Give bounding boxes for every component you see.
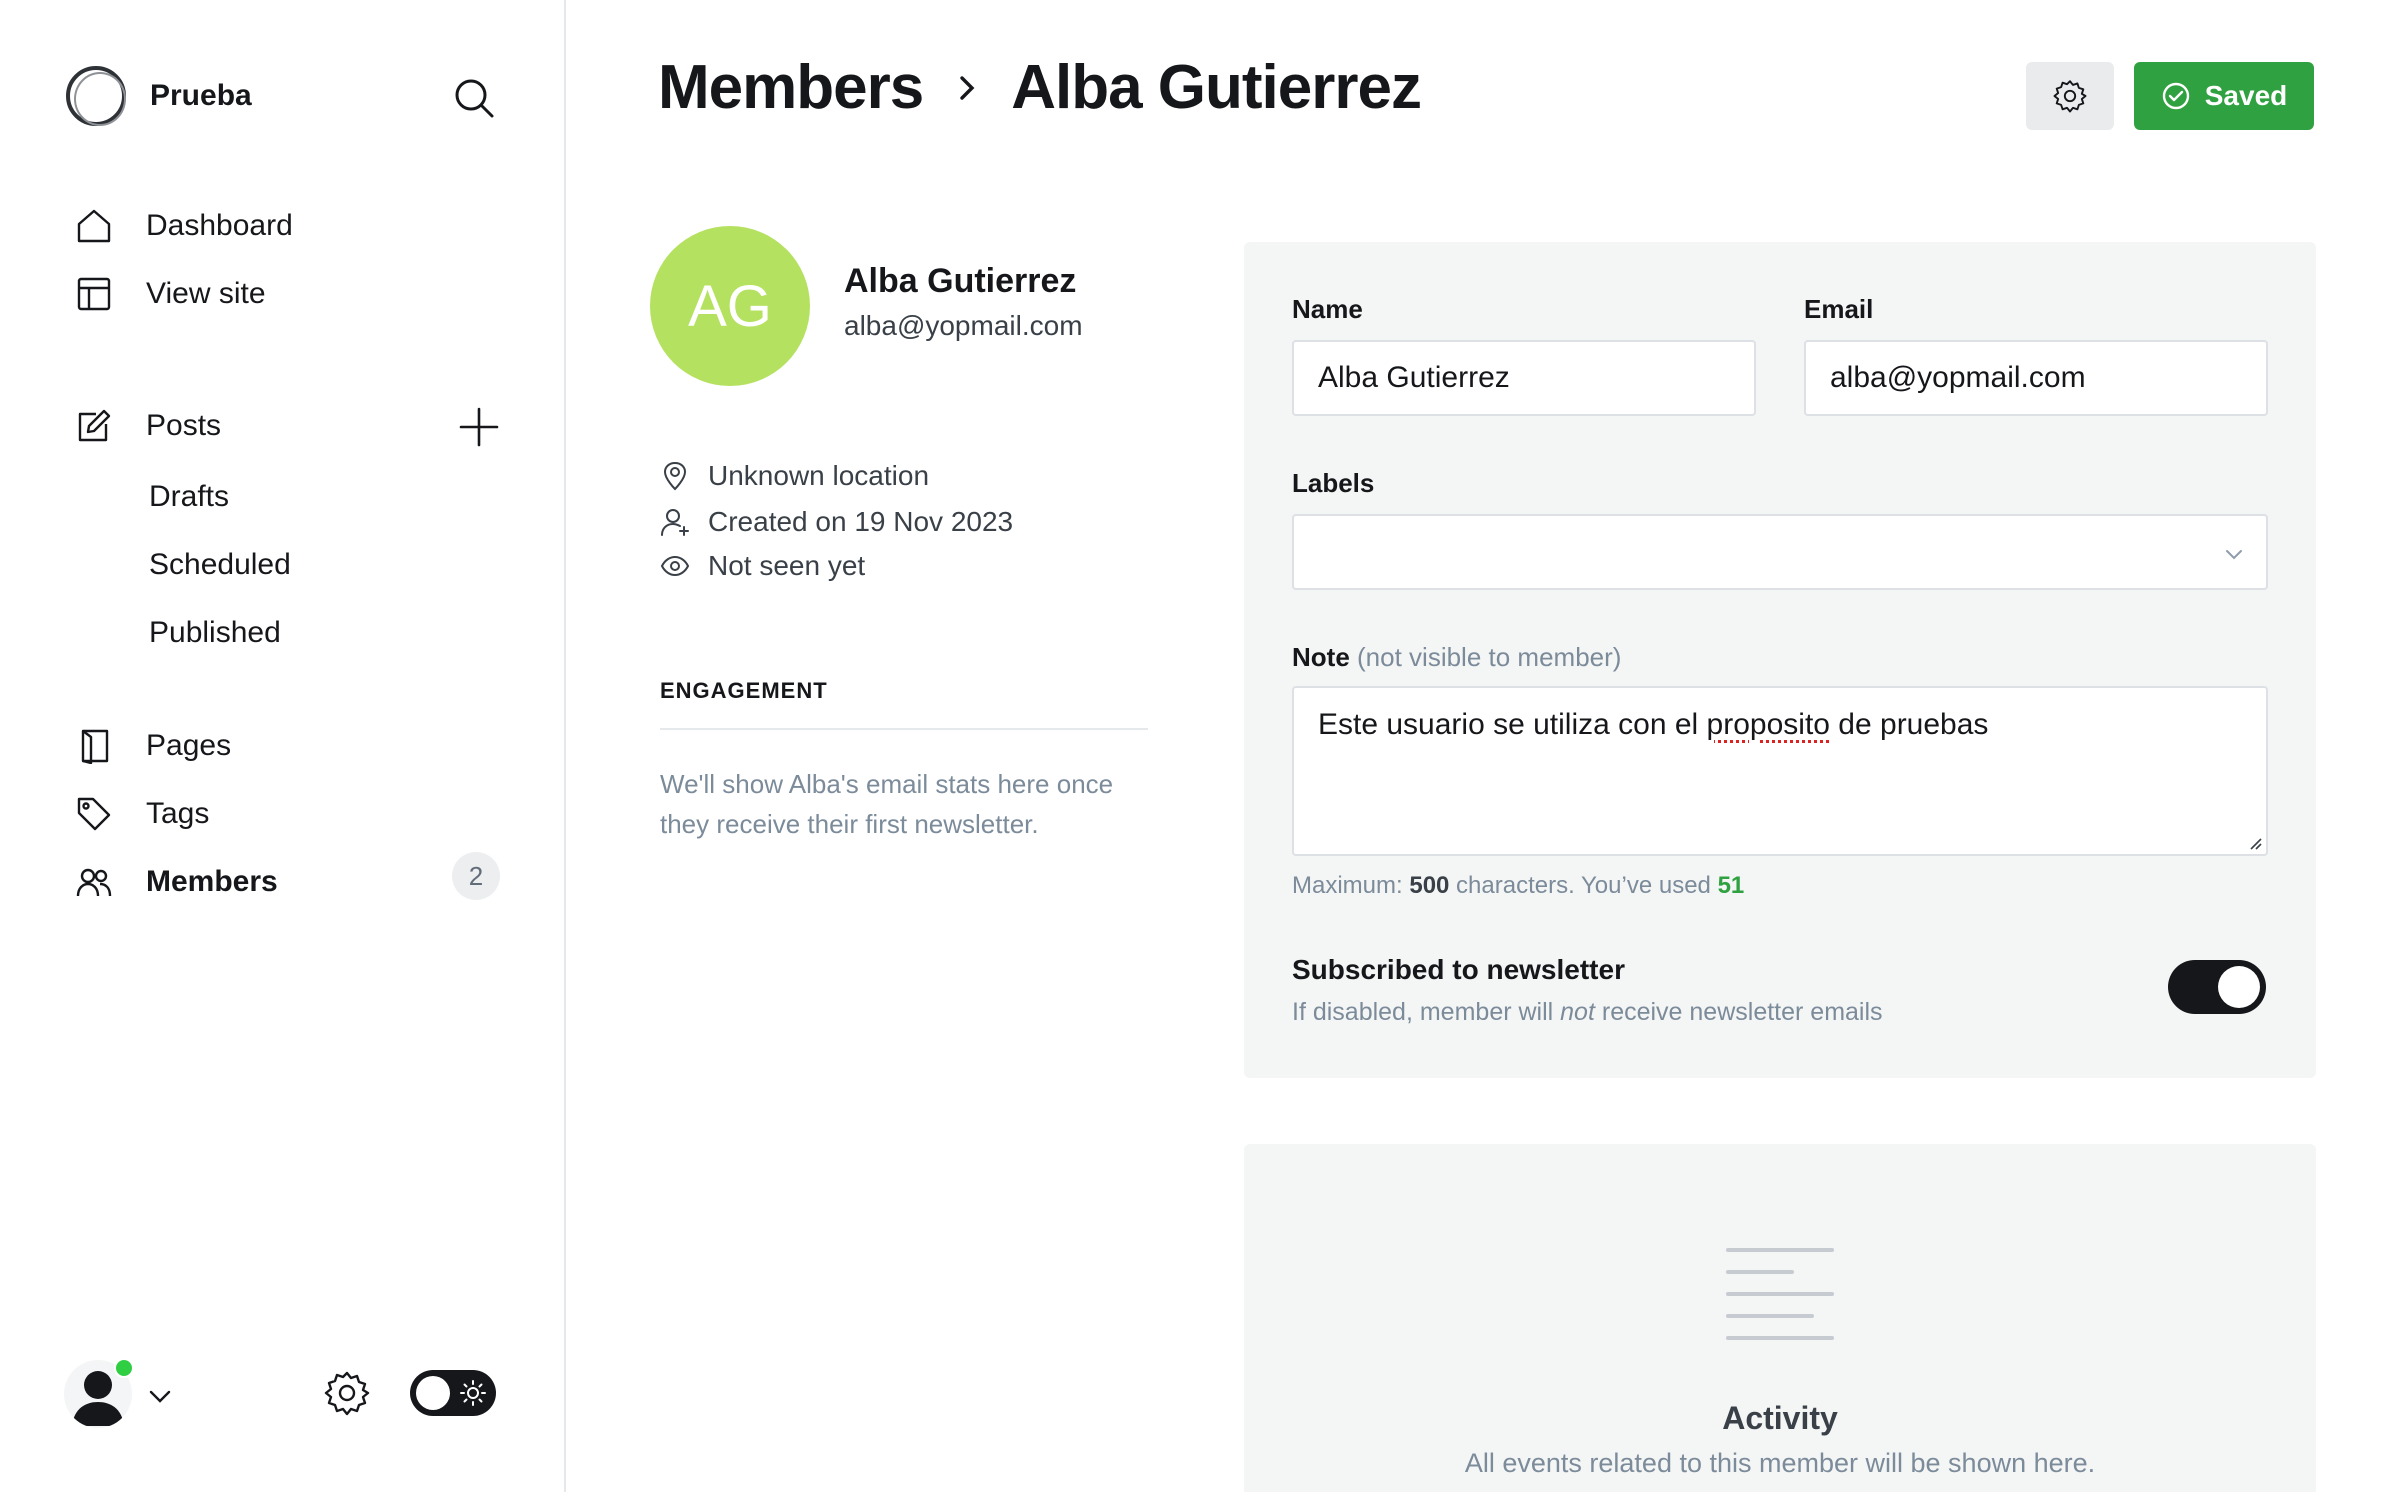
resize-handle-icon[interactable] — [2246, 834, 2262, 850]
sun-icon — [460, 1380, 486, 1406]
user-plus-icon — [661, 509, 689, 536]
sidebar-item-label: Pages — [146, 729, 232, 762]
engagement-empty-text: We'll show Alba's email stats here once … — [660, 769, 1114, 839]
theme-toggle[interactable] — [410, 1370, 496, 1416]
char-count-text: characters. You’ve used — [1449, 872, 1718, 899]
activity-panel: Activity All events related to this memb… — [1244, 1144, 2316, 1492]
sidebar-item-members[interactable]: Members — [74, 862, 278, 902]
char-used-value: 51 — [1717, 872, 1745, 899]
brand[interactable]: Prueba — [66, 66, 252, 126]
member-created-text: Created on 19 Nov 2023 — [708, 506, 1014, 537]
member-form-panel: Name Alba Gutierrez Email alba@yopmail.c… — [1244, 242, 2316, 1078]
brand-logo — [66, 66, 126, 126]
sidebar-item-dashboard[interactable]: Dashboard — [74, 206, 293, 246]
member-location: Unknown location — [660, 460, 929, 492]
member-created: Created on 19 Nov 2023 — [660, 506, 1013, 538]
sidebar-item-tags[interactable]: Tags — [74, 794, 209, 834]
layout-icon — [74, 274, 114, 314]
activity-lines-icon — [1726, 1248, 1834, 1340]
chevron-right-icon — [960, 75, 975, 100]
tag-icon — [74, 794, 114, 834]
newsletter-toggle-knob — [2218, 966, 2260, 1008]
breadcrumb-members-link[interactable]: Members — [658, 52, 924, 123]
member-name: Alba Gutierrez — [844, 262, 1077, 300]
note-textarea[interactable]: Este usuario se utiliza con el proposito… — [1292, 686, 2268, 856]
sidebar: Prueba Dashboard View site Posts Drafts … — [0, 0, 566, 1492]
sub-desc-text: If disabled, member will — [1292, 998, 1561, 1026]
labels-select[interactable] — [1292, 514, 2268, 590]
chevron-down-icon[interactable] — [146, 1382, 174, 1410]
sidebar-item-label: View site — [146, 277, 266, 310]
saved-label: Saved — [2204, 80, 2288, 111]
char-count-text: Maximum: — [1292, 872, 1410, 899]
sidebar-item-label: Posts — [146, 409, 222, 442]
members-icon — [74, 862, 114, 902]
note-text-part: de pruebas — [1829, 708, 1989, 741]
sidebar-item-label: Dashboard — [146, 209, 293, 242]
brand-name: Prueba — [150, 79, 252, 112]
sidebar-item-posts[interactable]: Posts — [74, 406, 221, 446]
chevron-down-icon — [2226, 550, 2242, 560]
activity-description: All events related to this member will b… — [1464, 1448, 2096, 1478]
sidebar-item-drafts[interactable]: Drafts — [149, 480, 229, 514]
gear-icon — [2053, 80, 2087, 113]
location-pin-icon — [663, 461, 687, 491]
gear-icon[interactable] — [324, 1370, 370, 1416]
sub-desc-emphasis: not — [1560, 998, 1595, 1026]
note-visibility-hint: (not visible to member) — [1357, 642, 1622, 672]
edit-icon — [74, 406, 114, 446]
breadcrumb: Members Alba Gutierrez — [658, 52, 1422, 123]
engagement-heading: ENGAGEMENT — [660, 678, 828, 703]
online-status-dot — [114, 1358, 134, 1378]
search-icon[interactable] — [452, 76, 496, 120]
name-field[interactable]: Alba Gutierrez — [1292, 340, 1756, 416]
member-email: alba@yopmail.com — [844, 310, 1083, 341]
sub-desc-text: receive newsletter emails — [1594, 998, 1883, 1026]
sidebar-item-view-site[interactable]: View site — [74, 274, 266, 314]
sidebar-item-label: Members — [146, 865, 278, 898]
newsletter-toggle[interactable] — [2168, 960, 2266, 1014]
engagement-divider — [660, 728, 1148, 730]
note-text: Este usuario se utiliza con el proposito… — [1318, 708, 1988, 742]
newsletter-subscription-description: If disabled, member will not receive new… — [1292, 998, 1883, 1027]
email-label: Email — [1804, 294, 1874, 324]
name-label: Name — [1292, 294, 1363, 324]
char-max-value: 500 — [1409, 872, 1450, 899]
member-avatar: AG — [650, 226, 810, 386]
home-icon — [74, 206, 114, 246]
page-title: Alba Gutierrez — [1011, 53, 1422, 122]
members-count-badge: 2 — [452, 852, 500, 900]
sidebar-item-pages[interactable]: Pages — [74, 726, 231, 766]
member-last-seen: Not seen yet — [660, 550, 865, 582]
labels-label: Labels — [1292, 468, 1375, 498]
member-actions-button[interactable] — [2026, 62, 2114, 130]
sidebar-item-scheduled[interactable]: Scheduled — [149, 548, 291, 582]
member-last-seen-text: Not seen yet — [708, 550, 866, 581]
check-circle-icon — [2162, 82, 2189, 110]
activity-title: Activity — [1722, 1400, 1838, 1436]
note-label: Note (not visible to member) — [1292, 642, 1621, 673]
saved-button[interactable]: Saved — [2134, 62, 2314, 130]
sidebar-item-label: Tags — [146, 797, 210, 830]
email-field[interactable]: alba@yopmail.com — [1804, 340, 2268, 416]
page-icon — [74, 726, 114, 766]
eye-icon — [660, 555, 690, 577]
member-location-text: Unknown location — [708, 460, 930, 491]
theme-toggle-knob — [416, 1376, 450, 1410]
note-label-text: Note — [1292, 642, 1350, 672]
sidebar-item-published[interactable]: Published — [149, 616, 281, 650]
add-post-button[interactable] — [458, 406, 500, 448]
note-char-count: Maximum: 500 characters. You’ve used 51 — [1292, 872, 1744, 900]
note-text-part: Este usuario se utiliza con el — [1318, 708, 1707, 741]
newsletter-subscription-title: Subscribed to newsletter — [1292, 954, 1625, 985]
note-misspelled-word: proposito — [1706, 708, 1830, 741]
